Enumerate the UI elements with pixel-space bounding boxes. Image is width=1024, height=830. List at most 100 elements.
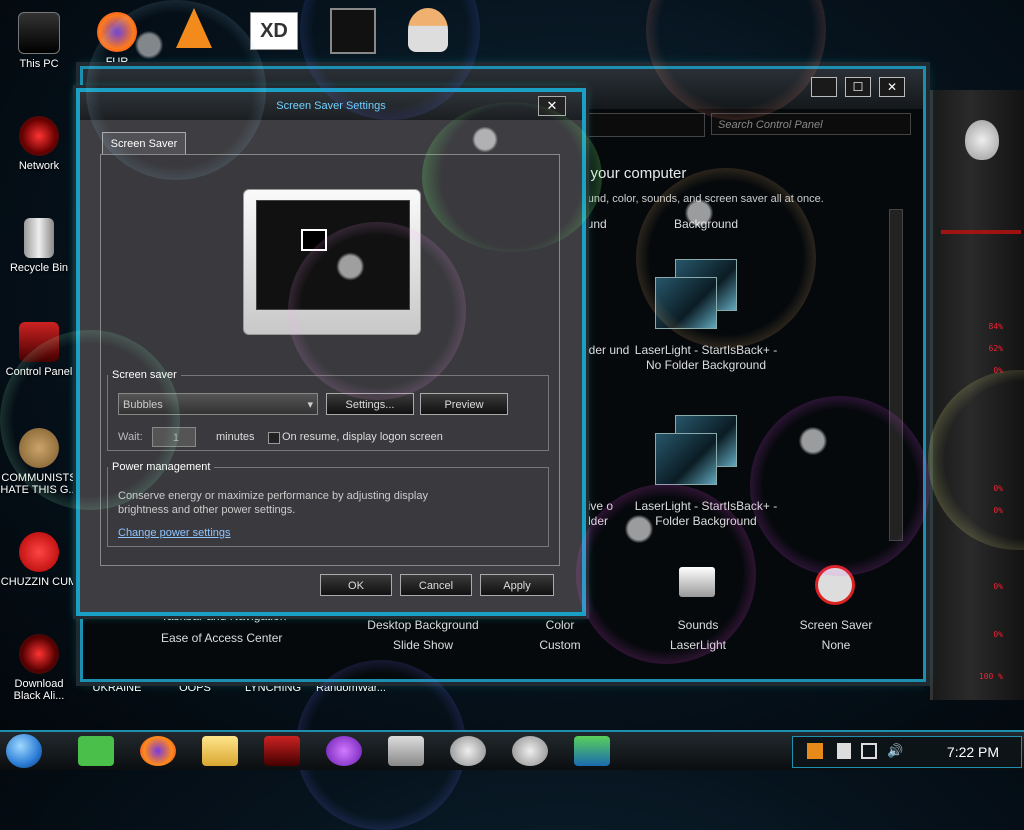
recycle-bin-icon (24, 218, 54, 258)
flag-icon[interactable] (837, 743, 851, 759)
game-icon[interactable] (330, 8, 376, 54)
desktop-icon-control-panel[interactable]: Control Panel (0, 322, 78, 378)
cancel-button[interactable]: Cancel (400, 574, 472, 596)
desktop-icon-label: Network (18, 160, 60, 172)
desktop-icon-ukraine[interactable]: UKRAINE (78, 682, 156, 694)
address-bar[interactable] (583, 113, 705, 137)
alien-percent: 100 % (978, 672, 1003, 681)
minutes-label: minutes (216, 431, 255, 443)
dialog-body: Screen saver Bubbles ▾ Settings... Previ… (100, 154, 560, 566)
desktop-icon-label: LYNCHING (244, 682, 302, 694)
desktop-icon-randomwar[interactable]: RandomWar... (312, 682, 390, 694)
messages-icon[interactable] (78, 736, 114, 766)
desktop-icon-fur[interactable]: FUR (78, 12, 156, 68)
alienware-icon[interactable] (264, 736, 300, 766)
money-bag-icon (19, 428, 59, 468)
screen-saver-dialog: Screen Saver Settings ✕ Screen Saver Scr… (76, 88, 586, 616)
page-subheading: round, color, sounds, and screen saver a… (578, 193, 824, 205)
desktop-icon-label: This PC (19, 58, 59, 70)
resume-logon-checkbox[interactable] (268, 432, 280, 444)
alien-head-icon[interactable] (512, 736, 548, 766)
display-settings-icon[interactable] (574, 736, 610, 766)
game-icon[interactable] (326, 736, 362, 766)
settings-button[interactable]: Settings... (326, 393, 414, 415)
chuzzle-icon (19, 532, 59, 572)
ok-button[interactable]: OK (320, 574, 392, 596)
dialog-close-button[interactable]: ✕ (538, 96, 566, 116)
file-explorer-icon[interactable] (202, 736, 238, 766)
alien-download-icon (19, 634, 59, 674)
theme-laserlight-no-folder[interactable]: LaserLight - StartIsBack+ - No Folder Ba… (631, 343, 781, 373)
color-setting[interactable]: Color Custom (505, 615, 615, 655)
screen-saver-select[interactable]: Bubbles ▾ (118, 393, 318, 415)
start-button[interactable] (6, 734, 42, 768)
vlc-icon[interactable] (176, 8, 212, 48)
desktop-icon-oops[interactable]: OOPS (156, 682, 234, 694)
group-label: Screen saver (112, 369, 177, 381)
wait-minutes-stepper[interactable]: 1 (152, 427, 196, 447)
volume-icon[interactable]: 🔊 (887, 743, 903, 759)
setting-title: Color (545, 618, 575, 632)
sidebar-link-ease-of-access[interactable]: Ease of Access Center (161, 631, 282, 645)
desktop-icon-this-pc[interactable]: This PC (0, 12, 78, 70)
desktop-icon-lynching[interactable]: LYNCHING (234, 682, 312, 694)
monitor-preview (243, 189, 421, 335)
power-description: Conserve energy or maximize performance … (118, 490, 428, 516)
theme-thumbnail (655, 433, 717, 485)
theme-laserlight-folder[interactable]: LaserLight - StartIsBack+ - Folder Backg… (631, 499, 781, 529)
alien-head-icon[interactable] (450, 736, 486, 766)
preview-button[interactable]: Preview (420, 393, 508, 415)
alien-percent: 0% (993, 506, 1003, 515)
group-label: Power management (112, 461, 211, 473)
page-heading: n your computer (578, 165, 687, 182)
doctor-icon[interactable] (408, 8, 448, 52)
monitor-icon[interactable] (388, 736, 424, 766)
desktop-icon-label: Recycle Bin (9, 262, 69, 274)
alien-network-icon (19, 116, 59, 156)
desktop-background-setting[interactable]: Desktop Background Slide Show (363, 615, 483, 655)
chevron-down-icon: ▾ (307, 399, 313, 411)
network-icon[interactable] (861, 743, 877, 759)
clock[interactable]: 7:22 PM (929, 737, 1017, 767)
tray-app-icon[interactable] (807, 743, 823, 759)
desktop-icon-network[interactable]: Network (0, 116, 78, 172)
desktop-icon-label: COMMUNISTS HATE THIS G... (0, 472, 78, 496)
alien-head-icon (965, 120, 999, 160)
firefox-icon[interactable] (140, 736, 176, 766)
apply-button[interactable]: Apply (480, 574, 554, 596)
desktop-icon-chuzzin[interactable]: CHUZZIN CUM (0, 532, 78, 588)
alien-percent: 84% (988, 322, 1003, 331)
desktop-icon-label: Download Black Ali... (13, 678, 65, 702)
setting-title: Desktop Background (367, 618, 479, 632)
desktop-icon-label: RandomWar... (316, 682, 386, 694)
theme-background[interactable]: Background (631, 217, 781, 232)
selected-value: Bubbles (123, 399, 163, 411)
tab-screen-saver[interactable]: Screen Saver (102, 132, 186, 155)
setting-value: Custom (539, 638, 581, 652)
desktop-icon-label: UKRAINE (92, 682, 142, 694)
taskbar: 🔊 7:22 PM (0, 730, 1024, 770)
close-button[interactable]: ✕ (879, 77, 905, 97)
desktop-icon-download-black-alien[interactable]: Download Black Ali... (0, 634, 78, 702)
minimize-button[interactable] (811, 77, 837, 97)
desktop-icon-recycle-bin[interactable]: Recycle Bin (0, 218, 78, 274)
theme-list-scrollbar[interactable] (889, 209, 903, 541)
xd-icon[interactable]: XD (250, 12, 298, 50)
screen-saver-setting[interactable]: Screen Saver None (781, 615, 891, 655)
alien-percent: 0% (993, 366, 1003, 375)
sounds-setting[interactable]: Sounds LaserLight (643, 615, 753, 655)
resume-logon-label: On resume, display logon screen (282, 431, 443, 443)
search-input[interactable]: Search Control Panel (711, 113, 911, 135)
alien-percent: 0% (993, 484, 1003, 493)
setting-value: Slide Show (392, 638, 454, 652)
setting-value: None (821, 638, 851, 652)
monitor-screen (256, 200, 410, 310)
sounds-icon (679, 567, 715, 597)
power-management-group: Power management Conserve energy or maxi… (107, 461, 549, 547)
screen-saver-icon (815, 565, 855, 605)
screen-saver-group: Screen saver Bubbles ▾ Settings... Previ… (107, 369, 549, 451)
desktop-icon-communists[interactable]: COMMUNISTS HATE THIS G... (0, 428, 78, 496)
maximize-button[interactable]: ☐ (845, 77, 871, 97)
change-power-settings-link[interactable]: Change power settings (118, 527, 231, 539)
desktop-icon-label: OOPS (179, 682, 211, 694)
